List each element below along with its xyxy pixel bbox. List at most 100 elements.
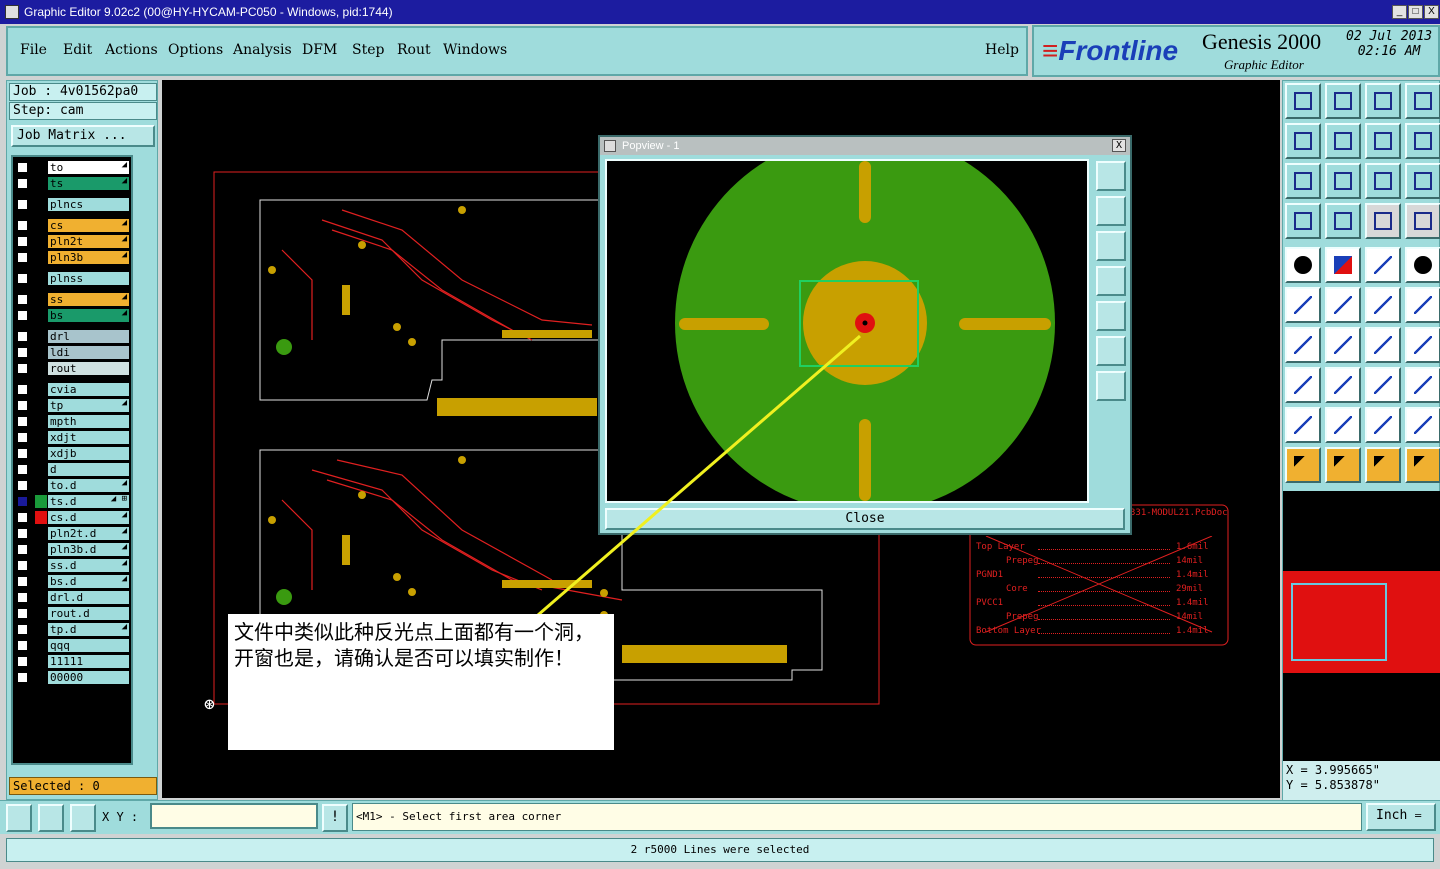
measure-icon[interactable] (1365, 367, 1401, 403)
layer-name[interactable]: drl.d (48, 591, 129, 604)
layer-name[interactable]: plncs (48, 198, 129, 211)
layer-name[interactable]: bs (48, 309, 129, 322)
layer-row[interactable]: drl.d (15, 590, 129, 605)
layer-name[interactable]: plnss (48, 272, 129, 285)
popview-canvas[interactable] (605, 159, 1089, 503)
popview-zoom-out-button[interactable] (1096, 371, 1126, 401)
pad-group-icon[interactable] (1405, 367, 1440, 403)
popview-close-x[interactable]: X (1112, 139, 1126, 152)
peak-icon[interactable] (1325, 407, 1361, 443)
menu-help[interactable]: Help (985, 42, 1019, 58)
help-icon[interactable] (1405, 163, 1440, 199)
menu-file[interactable]: File (20, 42, 47, 58)
close-window-button[interactable]: X (1424, 5, 1439, 19)
layer-row[interactable]: bs.d ◢ (15, 574, 129, 589)
layer-row[interactable]: ts.d ◢ ⊞ (15, 494, 129, 509)
menu-options[interactable]: Options (168, 42, 223, 58)
window-icon[interactable] (1405, 83, 1440, 119)
layer-row[interactable]: pln2t.d ◢ (15, 526, 129, 541)
layer-link-red-icon[interactable] (1405, 203, 1440, 239)
layer-checkbox[interactable] (17, 432, 28, 443)
layer-checkbox[interactable] (17, 608, 28, 619)
layer-checkbox[interactable] (17, 331, 28, 342)
layer-checkbox[interactable] (17, 294, 28, 305)
layer-row[interactable]: pln2t ◢ (15, 234, 129, 249)
snap-button[interactable] (6, 804, 32, 832)
layer-checkbox[interactable] (17, 400, 28, 411)
menu-actions[interactable]: Actions (105, 42, 158, 58)
slash-icon[interactable] (1325, 327, 1361, 363)
layer-checkbox[interactable] (17, 496, 28, 507)
layer-name[interactable]: to (48, 161, 129, 174)
popview-zoom-in-button[interactable] (1096, 336, 1126, 366)
layer-checkbox[interactable] (17, 592, 28, 603)
ratio-icon[interactable] (1365, 163, 1401, 199)
layer-checkbox[interactable] (17, 199, 28, 210)
layer-name[interactable]: d (48, 463, 129, 476)
layer-row[interactable]: bs ◢ (15, 308, 129, 323)
menu-step[interactable]: Step (352, 42, 384, 58)
layer-row[interactable]: 00000 (15, 670, 129, 685)
layer-checkbox[interactable] (17, 363, 28, 374)
layer-name[interactable]: xdjt (48, 431, 129, 444)
minimize-button[interactable]: _ (1392, 5, 1407, 19)
layer-checkbox[interactable] (17, 220, 28, 231)
layer-checkbox[interactable] (17, 252, 28, 263)
select-arrow-icon[interactable] (1285, 447, 1321, 483)
layer-row[interactable]: cs.d ◢ (15, 510, 129, 525)
layer-name[interactable]: to.d (48, 479, 129, 492)
layer-name[interactable]: pln3b.d (48, 543, 129, 556)
layer-name[interactable]: pln3b (48, 251, 129, 264)
layer-name[interactable]: drl (48, 330, 129, 343)
layer-checkbox[interactable] (17, 544, 28, 555)
arc-icon[interactable] (1365, 327, 1401, 363)
layer-checkbox[interactable] (17, 528, 28, 539)
hline-icon[interactable] (1325, 367, 1361, 403)
layer-row[interactable]: rout.d (15, 606, 129, 621)
peak-frame-icon[interactable] (1365, 407, 1401, 443)
layer-name[interactable]: cs (48, 219, 129, 232)
layer-name[interactable]: ss.d (48, 559, 129, 572)
layer-row[interactable]: ts ◢ (15, 176, 129, 191)
xy-input[interactable] (150, 803, 318, 829)
layer-row[interactable]: xdjt (15, 430, 129, 445)
grid-button[interactable] (70, 804, 96, 832)
overview-viewport[interactable] (1291, 583, 1387, 661)
overview-map[interactable] (1283, 491, 1440, 761)
popview-zoom-fit-button[interactable] (1096, 161, 1126, 191)
circle-icon[interactable] (1405, 247, 1440, 283)
layer-row[interactable]: rout (15, 361, 129, 376)
layer-row[interactable]: tp.d ◢ (15, 622, 129, 637)
angle-icon[interactable] (1285, 327, 1321, 363)
layer-row[interactable]: drl (15, 329, 129, 344)
layer-name[interactable]: pln2t.d (48, 527, 129, 540)
layer-checkbox[interactable] (17, 416, 28, 427)
home-step-icon[interactable] (1285, 83, 1321, 119)
layer-row[interactable]: ldi (15, 345, 129, 360)
layer-checkbox[interactable] (17, 310, 28, 321)
cross-icon[interactable] (1325, 287, 1361, 323)
popview-pan-left-button[interactable] (1096, 266, 1126, 296)
layer-row[interactable]: pln3b ◢ (15, 250, 129, 265)
net-icon[interactable] (1285, 287, 1321, 323)
layer-row[interactable]: cs ◢ (15, 218, 129, 233)
layer-row[interactable]: ss ◢ (15, 292, 129, 307)
menu-edit[interactable]: Edit (63, 42, 92, 58)
layer-checkbox[interactable] (17, 672, 28, 683)
color-slash-icon[interactable] (1325, 247, 1361, 283)
layer-checkbox[interactable] (17, 624, 28, 635)
tool-icon[interactable] (1285, 203, 1321, 239)
ruler-icon[interactable] (1365, 247, 1401, 283)
alert-button[interactable]: ! (322, 804, 348, 832)
job-matrix-button[interactable]: Job Matrix ... (11, 125, 155, 147)
layer-row[interactable]: xdjb (15, 446, 129, 461)
menu-analysis[interactable]: Analysis (233, 42, 292, 58)
layer-checkbox[interactable] (17, 640, 28, 651)
undo-frame-icon[interactable] (1365, 123, 1401, 159)
layer-name[interactable]: tp (48, 399, 129, 412)
layer-checkbox[interactable] (17, 236, 28, 247)
move-right-icon[interactable] (1325, 123, 1361, 159)
layer-checkbox[interactable] (17, 656, 28, 667)
layer-row[interactable]: plnss (15, 271, 129, 286)
layer-row[interactable]: pln3b.d ◢ (15, 542, 129, 557)
